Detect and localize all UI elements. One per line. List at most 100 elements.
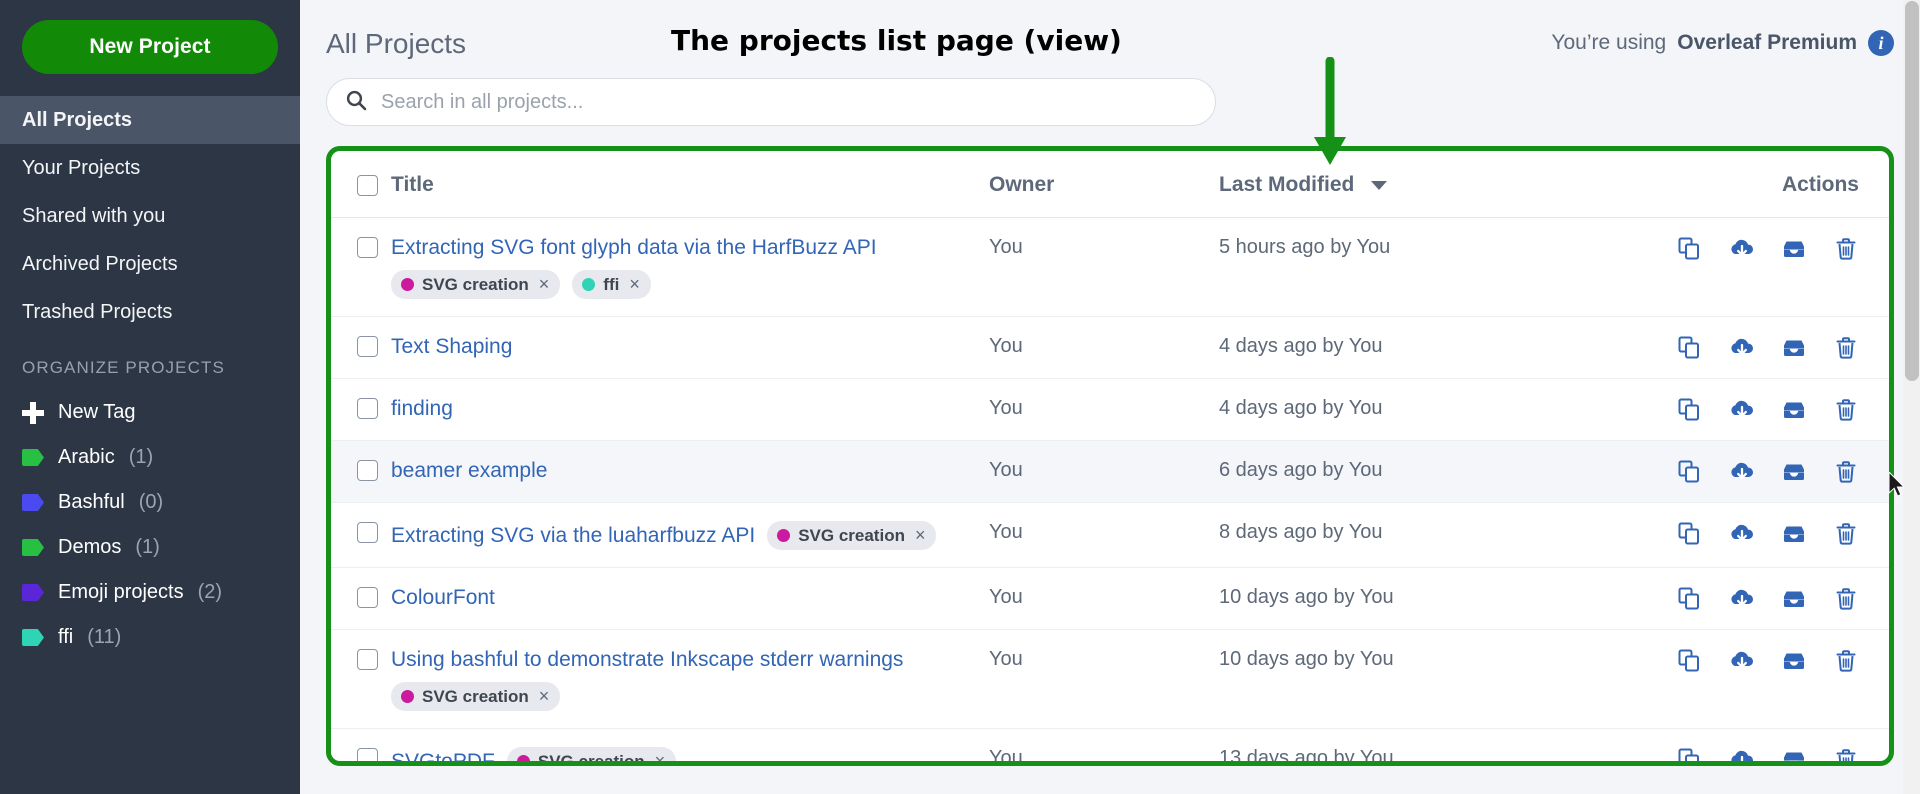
archive-icon[interactable]	[1781, 586, 1807, 612]
column-header-last-modified[interactable]: Last Modified	[1219, 151, 1599, 218]
tag-count: (2)	[198, 581, 222, 604]
table-row[interactable]: Using bashful to demonstrate Inkscape st…	[331, 630, 1889, 729]
row-checkbox[interactable]	[357, 237, 378, 258]
premium-notice: You’re using Overleaf Premium i	[1551, 0, 1894, 56]
archive-icon[interactable]	[1781, 648, 1807, 674]
table-row[interactable]: Extracting SVG via the luaharfbuzz API S…	[331, 503, 1889, 568]
row-checkbox[interactable]	[357, 748, 378, 766]
tag-label: ffi	[603, 275, 619, 295]
archive-icon[interactable]	[1781, 397, 1807, 423]
row-checkbox[interactable]	[357, 460, 378, 481]
sidebar-item-shared-with-you[interactable]: Shared with you	[0, 192, 300, 240]
table-row[interactable]: Extracting SVG font glyph data via the H…	[331, 218, 1889, 317]
download-icon[interactable]	[1729, 397, 1755, 423]
archive-icon[interactable]	[1781, 459, 1807, 485]
copy-icon[interactable]	[1677, 335, 1703, 361]
row-checkbox[interactable]	[357, 649, 378, 670]
archive-icon[interactable]	[1781, 335, 1807, 361]
row-checkbox[interactable]	[357, 587, 378, 608]
sort-descending-icon[interactable]	[1371, 181, 1387, 190]
table-row[interactable]: beamer example You 6 days ago by You	[331, 441, 1889, 503]
table-header-row: Title Owner Last Modified Actions	[331, 151, 1889, 218]
sidebar-tag-ffi[interactable]: ffi (11)	[0, 615, 300, 660]
table-row[interactable]: Text Shaping You 4 days ago by You	[331, 317, 1889, 379]
column-header-title[interactable]: Title	[391, 151, 989, 218]
archive-icon[interactable]	[1781, 747, 1807, 766]
trash-icon[interactable]	[1833, 236, 1859, 262]
project-modified-cell: 8 days ago by You	[1219, 503, 1599, 568]
premium-name: Overleaf Premium	[1677, 31, 1857, 55]
project-title-link[interactable]: Text Shaping	[391, 335, 512, 359]
row-select-cell	[331, 379, 391, 441]
copy-icon[interactable]	[1677, 586, 1703, 612]
trash-icon[interactable]	[1833, 648, 1859, 674]
copy-icon[interactable]	[1677, 236, 1703, 262]
tag-color-icon	[22, 449, 44, 466]
remove-tag-icon[interactable]: ×	[539, 274, 550, 295]
remove-tag-icon[interactable]: ×	[539, 686, 550, 707]
remove-tag-icon[interactable]: ×	[629, 274, 640, 295]
project-title-link[interactable]: Extracting SVG font glyph data via the H…	[391, 236, 877, 260]
row-checkbox[interactable]	[357, 398, 378, 419]
search-box[interactable]	[326, 78, 1216, 126]
new-tag-button[interactable]: New Tag	[0, 390, 300, 435]
download-icon[interactable]	[1729, 586, 1755, 612]
project-title-link[interactable]: beamer example	[391, 459, 547, 483]
trash-icon[interactable]	[1833, 521, 1859, 547]
trash-icon[interactable]	[1833, 586, 1859, 612]
page-scrollbar-thumb[interactable]	[1905, 1, 1919, 381]
download-icon[interactable]	[1729, 747, 1755, 766]
project-title-link[interactable]: Extracting SVG via the luaharfbuzz API	[391, 524, 755, 548]
sidebar-tag-emoji-projects[interactable]: Emoji projects (2)	[0, 570, 300, 615]
search-input[interactable]	[381, 91, 1197, 114]
copy-icon[interactable]	[1677, 747, 1703, 766]
project-tag-pill[interactable]: ffi ×	[572, 270, 651, 299]
column-header-owner[interactable]: Owner	[989, 151, 1219, 218]
table-row[interactable]: finding You 4 days ago by You	[331, 379, 1889, 441]
row-checkbox[interactable]	[357, 336, 378, 357]
sidebar-item-trashed-projects[interactable]: Trashed Projects	[0, 288, 300, 336]
project-title-link[interactable]: ColourFont	[391, 586, 495, 610]
download-icon[interactable]	[1729, 521, 1755, 547]
sidebar-item-archived-projects[interactable]: Archived Projects	[0, 240, 300, 288]
copy-icon[interactable]	[1677, 397, 1703, 423]
remove-tag-icon[interactable]: ×	[655, 751, 666, 766]
project-modified-cell: 13 days ago by You	[1219, 729, 1599, 767]
trash-icon[interactable]	[1833, 397, 1859, 423]
project-title-link[interactable]: Using bashful to demonstrate Inkscape st…	[391, 648, 903, 672]
new-project-button[interactable]: New Project	[22, 20, 278, 74]
sidebar-item-all-projects[interactable]: All Projects	[0, 96, 300, 144]
copy-icon[interactable]	[1677, 521, 1703, 547]
remove-tag-icon[interactable]: ×	[915, 525, 926, 546]
projects-page: New Project All Projects Your Projects S…	[0, 0, 1920, 794]
trash-icon[interactable]	[1833, 459, 1859, 485]
sidebar-tag-bashful[interactable]: Bashful (0)	[0, 480, 300, 525]
info-icon[interactable]: i	[1868, 30, 1894, 56]
download-icon[interactable]	[1729, 648, 1755, 674]
row-checkbox[interactable]	[357, 522, 378, 543]
trash-icon[interactable]	[1833, 747, 1859, 766]
table-row[interactable]: ColourFont You 10 days ago by You	[331, 568, 1889, 630]
project-tag-pill[interactable]: SVG creation×	[391, 270, 560, 299]
copy-icon[interactable]	[1677, 648, 1703, 674]
archive-icon[interactable]	[1781, 236, 1807, 262]
project-title-cell: Extracting SVG font glyph data via the H…	[391, 218, 989, 317]
project-modified-cell: 10 days ago by You	[1219, 630, 1599, 729]
project-tag-pill[interactable]: SVG creation×	[767, 521, 936, 550]
project-actions-cell	[1599, 503, 1889, 568]
download-icon[interactable]	[1729, 459, 1755, 485]
trash-icon[interactable]	[1833, 335, 1859, 361]
download-icon[interactable]	[1729, 236, 1755, 262]
archive-icon[interactable]	[1781, 521, 1807, 547]
project-tag-pill[interactable]: SVG creation×	[391, 682, 560, 711]
sidebar-item-your-projects[interactable]: Your Projects	[0, 144, 300, 192]
project-title-link[interactable]: SVGtoPDF	[391, 750, 495, 767]
project-tag-pill[interactable]: SVG creation×	[507, 747, 676, 766]
project-title-link[interactable]: finding	[391, 397, 453, 421]
sidebar-tag-arabic[interactable]: Arabic (1)	[0, 435, 300, 480]
sidebar-tag-demos[interactable]: Demos (1)	[0, 525, 300, 570]
table-row[interactable]: SVGtoPDF SVG creation× You 13 days ago b…	[331, 729, 1889, 767]
select-all-checkbox[interactable]	[357, 175, 378, 196]
copy-icon[interactable]	[1677, 459, 1703, 485]
download-icon[interactable]	[1729, 335, 1755, 361]
